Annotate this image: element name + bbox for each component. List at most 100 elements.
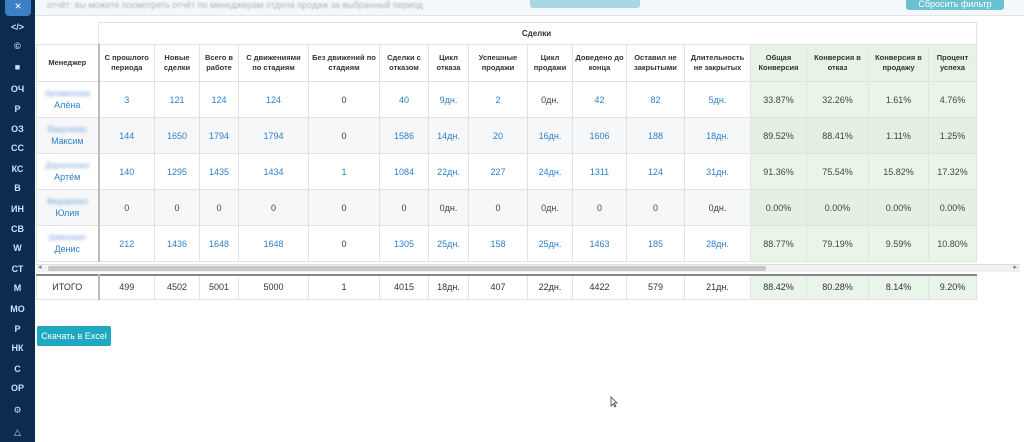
manager-name[interactable]: Юлия (38, 208, 98, 218)
manager-name[interactable]: Денис (38, 244, 98, 254)
column-header[interactable]: Успешные продажи (468, 44, 528, 82)
table-cell[interactable]: 40 (379, 81, 429, 118)
table-cell[interactable]: 25дн. (428, 225, 469, 262)
sidebar-item[interactable]: ОЗ (0, 124, 35, 134)
column-header[interactable]: Конверсия в отказ (806, 44, 869, 82)
table-cell[interactable]: 9дн. (428, 81, 469, 118)
column-header[interactable]: Без движений по стадиям (308, 44, 380, 82)
table-cell[interactable]: 18дн. (684, 117, 751, 154)
table-cell[interactable]: 1434 (238, 153, 309, 190)
table-cell[interactable]: 28дн. (684, 225, 751, 262)
sidebar-item[interactable]: ■ (0, 62, 35, 72)
sidebar-item[interactable]: ИН (0, 204, 35, 214)
scrollbar-thumb[interactable] (48, 266, 766, 271)
sidebar-item[interactable]: СС (0, 143, 35, 153)
table-cell[interactable]: 1650 (154, 117, 200, 154)
column-header[interactable]: Процент успеха (928, 44, 977, 82)
download-excel-button[interactable]: Скачать в Excel (37, 326, 111, 346)
table-cell[interactable]: 24дн. (527, 153, 573, 190)
table-cell[interactable]: 124 (238, 81, 309, 118)
column-header[interactable]: С движениями по стадиям (238, 44, 309, 82)
table-cell[interactable]: 185 (626, 225, 685, 262)
sidebar-item[interactable]: △ (0, 427, 35, 438)
horizontal-scrollbar[interactable]: ◂ ▸ (36, 264, 1020, 272)
filter-chip[interactable] (530, 0, 640, 8)
table-cell[interactable]: 121 (154, 81, 200, 118)
column-header[interactable]: Сделки с отказом (379, 44, 429, 82)
sidebar-item[interactable]: Р (0, 104, 35, 114)
table-cell[interactable]: 22дн. (428, 153, 469, 190)
sidebar-item[interactable]: С (0, 364, 35, 374)
table-cell[interactable]: 124 (199, 81, 239, 118)
table-cell[interactable]: 1436 (154, 225, 200, 262)
sidebar-item[interactable]: СВ (0, 224, 35, 234)
manager-name[interactable]: Максим (38, 136, 98, 146)
table-cell[interactable]: 1606 (572, 117, 627, 154)
manager-name[interactable]: Алёна (38, 100, 98, 110)
table-cell[interactable]: 1463 (572, 225, 627, 262)
column-header[interactable]: Доведено до конца (572, 44, 627, 82)
table-cell[interactable]: 82 (626, 81, 685, 118)
table-cell[interactable]: 1295 (154, 153, 200, 190)
sidebar-item[interactable]: W (0, 243, 35, 253)
column-header[interactable]: Всего в работе (199, 44, 239, 82)
column-header[interactable]: Конверсия в продажу (868, 44, 929, 82)
table-cell[interactable]: 1305 (379, 225, 429, 262)
sidebar-item[interactable]: </> (0, 22, 35, 32)
column-header-manager[interactable]: Менеджер (36, 44, 99, 82)
column-header[interactable]: Цикл продажи (527, 44, 573, 82)
sidebar-item[interactable]: СТ (0, 264, 35, 274)
table-cell[interactable]: 144 (97, 117, 155, 154)
column-header[interactable]: Оставил не закрытыми (626, 44, 685, 82)
column-header[interactable]: Цикл отказа (428, 44, 469, 82)
table-cell[interactable]: 124 (626, 153, 685, 190)
table-cell[interactable]: 20 (468, 117, 528, 154)
manager-name[interactable]: Артём (38, 172, 98, 182)
column-header[interactable]: Общая Конверсия (750, 44, 807, 82)
table-cell[interactable]: 5дн. (684, 81, 751, 118)
sidebar-item[interactable]: ⚙ (0, 405, 35, 416)
table-cell[interactable]: 31дн. (684, 153, 751, 190)
table-cell[interactable]: 1794 (238, 117, 309, 154)
scroll-right-icon[interactable]: ▸ (1013, 263, 1017, 271)
manager-cell[interactable]: Федоренко Юлия (36, 189, 99, 226)
manager-cell[interactable]: Доронченко Артём (36, 153, 99, 190)
table-cell[interactable]: 140 (97, 153, 155, 190)
sidebar-item[interactable]: В (0, 183, 35, 193)
column-header[interactable]: Длительность не закрытых (684, 44, 751, 82)
sidebar-item[interactable]: МО (0, 304, 35, 314)
table-cell[interactable]: 1794 (199, 117, 239, 154)
table-cell[interactable]: 14дн. (428, 117, 469, 154)
table-cell[interactable]: 42 (572, 81, 627, 118)
table-cell[interactable]: 1586 (379, 117, 429, 154)
manager-cell[interactable]: Вакуленко Максим (36, 117, 99, 154)
table-cell[interactable]: 1648 (199, 225, 239, 262)
table-cell[interactable]: 1 (308, 153, 380, 190)
sidebar-item[interactable]: Р (0, 324, 35, 334)
table-cell[interactable]: 188 (626, 117, 685, 154)
sidebar-item[interactable]: © (0, 41, 35, 51)
sidebar-item[interactable]: М (0, 283, 35, 293)
table-cell[interactable]: 158 (468, 225, 528, 262)
table-cell[interactable]: 1648 (238, 225, 309, 262)
manager-cell[interactable]: Артамонова Алёна (36, 81, 99, 118)
table-cell[interactable]: 1084 (379, 153, 429, 190)
table-cell[interactable]: 2 (468, 81, 528, 118)
table-cell[interactable]: 25дн. (527, 225, 573, 262)
table-cell[interactable]: 16дн. (527, 117, 573, 154)
table-cell[interactable]: 3 (97, 81, 155, 118)
table-cell[interactable]: 1435 (199, 153, 239, 190)
sidebar-item[interactable]: НК (0, 343, 35, 353)
table-cell[interactable]: 212 (97, 225, 155, 262)
close-icon[interactable]: × (5, 0, 31, 16)
column-header[interactable]: С прошлого периода (97, 44, 155, 82)
sidebar-item[interactable]: КС (0, 164, 35, 174)
manager-cell[interactable]: Шевченко Денис (36, 225, 99, 262)
column-header[interactable]: Новые сделки (154, 44, 200, 82)
table-cell[interactable]: 1311 (572, 153, 627, 190)
reset-filter-button[interactable]: Сбросить фильтр (906, 0, 1004, 10)
sidebar-item[interactable]: ОР (0, 383, 35, 393)
table-cell[interactable]: 227 (468, 153, 528, 190)
sidebar-item[interactable]: ОЧ (0, 84, 35, 94)
scroll-left-icon[interactable]: ◂ (38, 263, 42, 271)
